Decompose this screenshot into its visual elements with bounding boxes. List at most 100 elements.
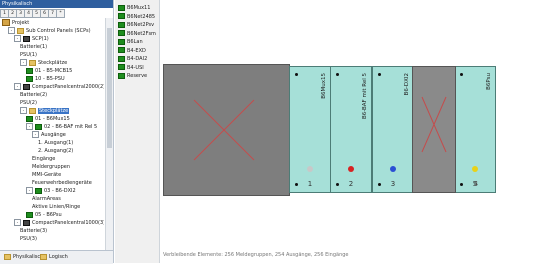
screw-icon <box>378 73 381 76</box>
tree-node[interactable]: Meldergruppen <box>32 163 70 171</box>
tree-node[interactable]: - CompactPanelcentral1000(3) <box>14 219 104 227</box>
expander-icon[interactable]: - <box>14 219 21 226</box>
module-list-item[interactable]: Reserve <box>118 72 147 80</box>
tree-node[interactable]: - Steckplätze <box>20 59 67 67</box>
tree-node-label: 01 - B6Mux15 <box>35 116 70 122</box>
expander-icon[interactable]: - <box>20 107 27 114</box>
module-list-item[interactable]: B6Mux11 <box>118 4 150 12</box>
tree-node-label: Batterie(1) <box>20 44 48 50</box>
tree-node-label: AlarmAreas <box>32 196 61 202</box>
module-list-item[interactable]: B6Lan <box>118 38 143 46</box>
tree-node[interactable]: 01 - B5-MCB15 <box>26 67 72 75</box>
tree-view[interactable]: Projekt - Sub Control Panels (SCPs) - SCP(1)… <box>0 18 104 250</box>
number-tab[interactable]: * <box>56 9 65 18</box>
tree-node-label: Batterie(3) <box>20 228 48 234</box>
module-list: B6Mux11 B6Net2485 B6Net2Psv B6Net2Fsm B6Lan B… <box>115 0 160 263</box>
module-list-item[interactable]: B6Net2485 <box>118 13 155 21</box>
tree-node[interactable]: - 03 - B6-DXI2 <box>26 187 76 195</box>
tree-node[interactable]: - CompactPanelcentral2000(2) <box>14 83 104 91</box>
module-list-item[interactable]: B6Net2Psv <box>118 21 154 29</box>
tree-node[interactable]: PSU(1) <box>20 51 37 59</box>
tree-node[interactable]: Feuerwehrbediengeräte <box>32 179 92 187</box>
tree-node[interactable]: Batterie(3) <box>20 227 47 235</box>
panel-icon <box>23 83 30 90</box>
folder-icon <box>29 107 36 114</box>
tree-node[interactable]: Aktive Linien/Ringe <box>32 203 80 211</box>
rack-slot-module[interactable]: B6-BAF mit Rel 5 2 <box>330 66 372 193</box>
module-label: B6Net2485 <box>127 13 156 20</box>
tree-node[interactable]: PSU(3) <box>20 235 37 243</box>
rack-slot-empty[interactable]: 4 <box>412 66 478 193</box>
tree-node-label: Aktive Linien/Ringe <box>32 204 81 210</box>
module-label: B6Lan <box>127 39 143 45</box>
tree-node-label: PSU(2) <box>20 100 37 106</box>
expander-icon[interactable]: - <box>20 59 27 66</box>
module-icon <box>35 123 42 130</box>
tree-node[interactable]: 2. Ausgang(2) <box>38 147 73 155</box>
expander-icon[interactable]: - <box>26 187 33 194</box>
expander-icon[interactable]: - <box>32 131 39 138</box>
tree-node-label: Sub Control Panels (SCPs) <box>26 28 91 34</box>
module-icon <box>118 55 125 62</box>
tree-node-label: Steckplätze <box>38 108 70 114</box>
tree-node-label: PSU(1) <box>20 52 37 58</box>
tree-node[interactable]: 01 - B6Mux15 <box>26 115 70 123</box>
tree-node[interactable]: Projekt <box>2 19 29 27</box>
tree-node-label: 02 - B6-BAF mit Rel 5 <box>44 124 98 130</box>
number-tabs: 1 2 3 4 5 6 7 * <box>0 9 65 18</box>
slot-module-name: B6Mux15 <box>321 73 327 99</box>
tree-node[interactable]: MMI-Geräte <box>32 171 61 179</box>
tree-node[interactable]: - Steckplätze <box>20 107 70 115</box>
tree-node[interactable]: 05 - B6Psu <box>26 211 62 219</box>
tree-node[interactable]: Eingänge <box>32 155 55 163</box>
module-label: B6Net2Psv <box>127 22 155 28</box>
rack-slot-module[interactable]: B6-DXI2 3 <box>372 66 414 193</box>
physical-tree-panel: Physikalisch 1 2 3 4 5 6 7 * Projekt - Sub Contro… <box>0 0 114 264</box>
module-icon <box>26 115 33 122</box>
scroll-thumb[interactable] <box>107 28 112 148</box>
expander-icon[interactable]: - <box>8 27 15 34</box>
module-icon <box>118 21 125 28</box>
tree-node-label: Steckplätze <box>38 60 68 66</box>
tab-logisch[interactable]: Logisch <box>38 252 70 262</box>
tree-node-label: Meldergruppen <box>32 164 70 170</box>
slot-number: 2 <box>348 180 354 188</box>
tree-node[interactable]: PSU(2) <box>20 99 37 107</box>
panel-title: Physikalisch <box>2 1 33 7</box>
module-list-item[interactable]: B6Net2Fsm <box>118 30 156 38</box>
panel-titlebar: Physikalisch <box>0 0 113 8</box>
tree-node[interactable]: Batterie(1) <box>20 43 47 51</box>
tree-node[interactable]: AlarmAreas <box>32 195 61 203</box>
slot-number: 3 <box>390 180 396 188</box>
expander-icon[interactable]: - <box>14 83 21 90</box>
tree-node-label: Batterie(2) <box>20 92 48 98</box>
tree-node[interactable]: - Sub Control Panels (SCPs) <box>8 27 91 35</box>
panel-icon <box>23 219 30 226</box>
folder-icon <box>29 59 36 66</box>
tree-node-label: 1. Ausgang(1) <box>38 140 74 146</box>
folder-icon <box>17 27 24 34</box>
screw-icon <box>336 73 339 76</box>
rack-slot-module[interactable]: B6Psu 5 <box>454 66 496 193</box>
tree-node[interactable]: - SCP(1) <box>14 35 49 43</box>
tree-node[interactable]: 10 - B5-PSU <box>26 75 65 83</box>
tree-node-label: 10 - B5-PSU <box>35 76 65 82</box>
expander-icon[interactable]: - <box>14 35 21 42</box>
module-icon <box>118 38 125 45</box>
expander-icon[interactable]: - <box>26 123 33 130</box>
module-list-item[interactable]: B4-EXD <box>118 47 146 55</box>
module-icon <box>26 211 33 218</box>
rack-view: B6Mux15 1 B6-BAF mit Rel 5 2 B6-DXI2 3 B6Psu 5 … <box>160 0 535 263</box>
module-list-item[interactable]: B4-USI <box>118 64 144 72</box>
module-icon <box>118 13 125 19</box>
module-label: B6Mux11 <box>127 5 151 11</box>
tree-node-label: Projekt <box>12 20 30 26</box>
rack-slot-module[interactable]: B6Mux15 1 <box>289 66 331 193</box>
tree-node[interactable]: Batterie(2) <box>20 91 47 99</box>
module-list-item[interactable]: B4-DAI2 <box>118 55 147 63</box>
tree-node[interactable]: 1. Ausgang(1) <box>38 139 73 147</box>
tree-scrollbar[interactable] <box>105 18 113 250</box>
tree-node[interactable]: - Ausgänge <box>32 131 66 139</box>
slot-module-name: B6Psu <box>486 73 492 90</box>
tree-node[interactable]: - 02 - B6-BAF mit Rel 5 <box>26 123 97 131</box>
